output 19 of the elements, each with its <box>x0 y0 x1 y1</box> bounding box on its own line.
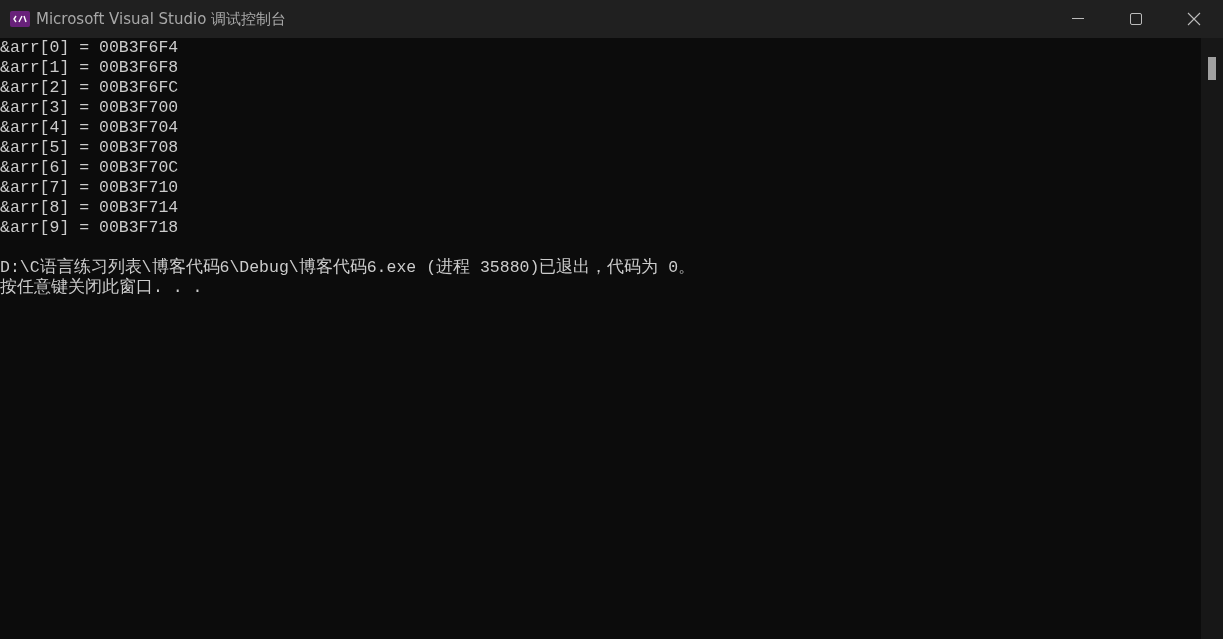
scrollbar-track[interactable] <box>1201 38 1223 639</box>
close-icon <box>1187 12 1201 26</box>
console-line: &arr[6] = 00B3F70C <box>0 158 179 178</box>
scrollbar-thumb[interactable] <box>1208 57 1216 80</box>
console-line: &arr[4] = 00B3F704 <box>0 118 179 138</box>
console-line: &arr[9] = 00B3F718 <box>0 218 179 238</box>
console-line: &arr[7] = 00B3F710 <box>0 178 179 198</box>
console-line: &arr[2] = 00B3F6FC <box>0 78 179 98</box>
maximize-icon <box>1130 13 1142 25</box>
console-line: &arr[5] = 00B3F708 <box>0 138 179 158</box>
window-title: Microsoft Visual Studio 调试控制台 <box>36 8 287 30</box>
console-line: &arr[1] = 00B3F6F8 <box>0 58 179 78</box>
console-line: &arr[3] = 00B3F700 <box>0 98 179 118</box>
console-line: &arr[0] = 00B3F6F4 <box>0 38 179 58</box>
console-line: &arr[8] = 00B3F714 <box>0 198 179 218</box>
console-line: 按任意键关闭此窗口. . . <box>0 278 203 298</box>
console-line: D:\C语言练习列表\博客代码6\Debug\博客代码6.exe (进程 35880)已退出，代码为 0。 <box>0 258 696 277</box>
minimize-icon <box>1072 18 1084 20</box>
app-icon <box>10 11 30 27</box>
